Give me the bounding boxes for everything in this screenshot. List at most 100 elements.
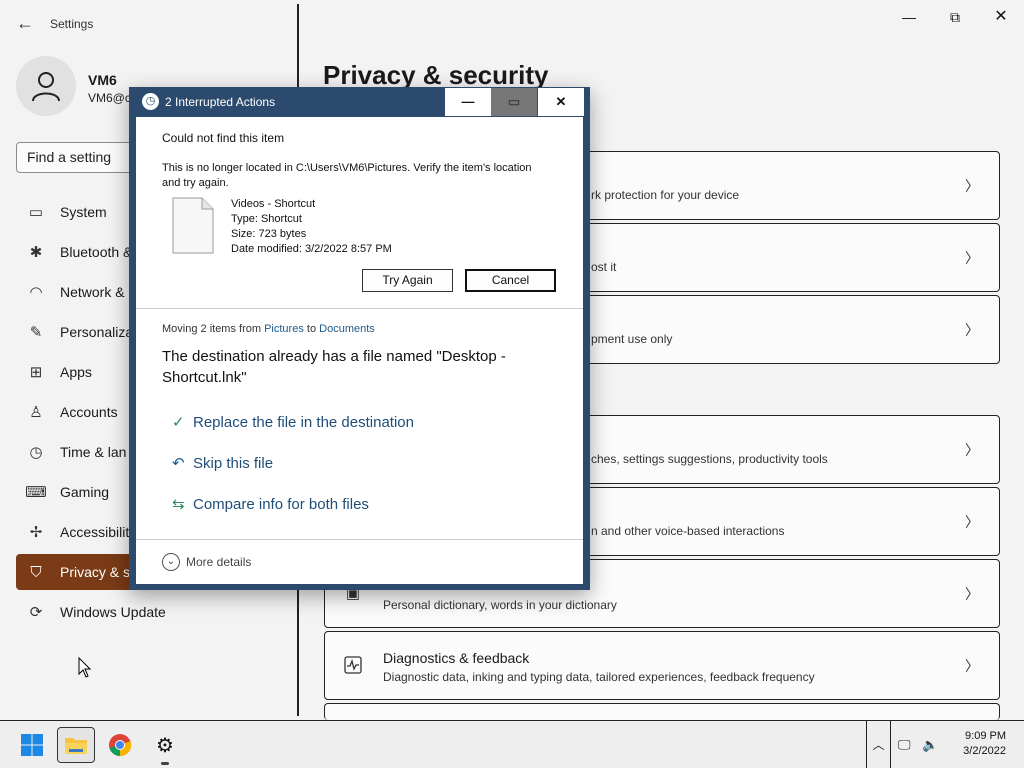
divider — [136, 308, 583, 309]
card-subtitle: rk protection for your device — [591, 188, 740, 202]
option-label: Replace the file in the destination — [193, 413, 414, 431]
dialog-body: Could not find this item This is no long… — [136, 117, 583, 584]
clock[interactable]: 9:09 PM 3/2/2022 — [963, 729, 1006, 759]
dialog-title: 2 Interrupted Actions — [165, 95, 276, 109]
compare-icon: ⇆ — [172, 496, 185, 513]
undo-icon: ↶ — [172, 455, 185, 472]
card-title: Diagnostics & feedback — [383, 650, 530, 666]
clock-icon: ◷ — [142, 93, 159, 110]
volume-icon[interactable]: 🔈 — [922, 737, 938, 753]
sidebar-item-label: Network & — [60, 284, 125, 300]
card-subtitle: n and other voice-based interactions — [591, 524, 785, 538]
sidebar-item-label: Personaliza — [60, 324, 134, 340]
more-details-label: More details — [186, 555, 252, 569]
taskbar: ⚙ ︿ 🖵 🔈 9:09 PM 3/2/2022 — [0, 720, 1024, 768]
dialog-close-button[interactable]: ✕ — [538, 88, 584, 116]
card-subtitle: ches, settings suggestions, productivity… — [591, 452, 828, 466]
try-again-button[interactable]: Try Again — [362, 269, 453, 292]
cancel-button[interactable]: Cancel — [465, 269, 556, 292]
chevron-right-icon: 〉 — [965, 658, 979, 674]
card-subtitle: Personal dictionary, words in your dicti… — [383, 598, 617, 612]
chrome-button[interactable] — [101, 727, 139, 763]
back-button[interactable]: ← — [14, 12, 36, 34]
show-hidden-icons-button[interactable]: ︿ — [866, 721, 891, 768]
clock-language-icon: ◷ — [29, 444, 43, 461]
checkmark-icon: ✓ — [172, 414, 185, 431]
sidebar-item-label: System — [60, 204, 107, 220]
chevron-right-icon: 〉 — [965, 442, 979, 458]
minimize-button[interactable]: — — [889, 6, 929, 28]
card-subtitle: pment use only — [591, 332, 673, 346]
wifi-icon: ◠ — [29, 284, 43, 301]
apps-icon: ⊞ — [29, 364, 43, 381]
chevron-right-icon: 〉 — [965, 322, 979, 338]
moving-prefix: Moving 2 items from — [162, 323, 265, 335]
skip-file-option[interactable]: ↶ Skip this file — [172, 454, 273, 473]
file-name: Videos - Shortcut — [231, 198, 316, 210]
chevron-right-icon: 〉 — [965, 514, 979, 530]
app-title: Settings — [50, 17, 94, 31]
chevron-right-icon: 〉 — [965, 178, 979, 194]
dialog-minimize-button[interactable]: — — [445, 88, 491, 116]
folder-icon — [65, 738, 87, 754]
card-subtitle: ost it — [591, 260, 617, 274]
interrupted-actions-dialog: ◷ 2 Interrupted Actions — ▭ ✕ Could not … — [129, 87, 590, 590]
file-icon — [172, 197, 214, 254]
destination-conflict-message: The destination already has a file named… — [162, 348, 506, 386]
settings-taskbar-button[interactable]: ⚙ — [146, 727, 184, 765]
more-details-toggle[interactable]: ⌄ More details — [162, 553, 251, 571]
error-title: Could not find this item — [162, 131, 285, 145]
brush-icon: ✎ — [29, 324, 43, 341]
sidebar-item-windows-update[interactable]: ⟳ Windows Update — [16, 594, 288, 630]
file-details: Videos - Shortcut Type: Shortcut Size: 7… — [231, 197, 392, 257]
start-button[interactable] — [13, 727, 51, 763]
sidebar-item-label: Time & lan — [60, 444, 127, 460]
chevron-down-icon: ⌄ — [162, 553, 180, 571]
mouse-cursor-icon — [78, 656, 92, 684]
person-icon: ♙ — [29, 404, 43, 421]
restore-button[interactable]: ⧉ — [935, 6, 975, 28]
network-icon[interactable]: 🖵 — [898, 737, 911, 753]
divider — [136, 539, 583, 540]
monitor-icon: ▭ — [28, 204, 44, 221]
sidebar-item-label: Windows Update — [60, 604, 166, 620]
person-icon — [32, 72, 60, 102]
close-button[interactable]: ✕ — [981, 6, 1021, 28]
sidebar-item-label: Privacy & s — [60, 564, 131, 580]
moving-status: Moving 2 items from Pictures to Document… — [162, 323, 375, 335]
user-email: VM6@c — [88, 91, 131, 105]
accessibility-icon: ✢ — [29, 524, 43, 541]
shield-icon: ⛉ — [30, 563, 42, 581]
windows-logo-icon — [21, 734, 43, 756]
destination-folder-link[interactable]: Documents — [319, 323, 375, 335]
compare-files-option[interactable]: ⇆ Compare info for both files — [172, 495, 369, 514]
chevron-right-icon: 〉 — [965, 586, 979, 602]
error-section: Could not find this item This is no long… — [136, 117, 583, 308]
pulse-icon — [343, 656, 363, 676]
dialog-maximize-button[interactable]: ▭ — [491, 88, 537, 116]
moving-middle: to — [303, 323, 320, 335]
clock-time: 9:09 PM — [965, 730, 1006, 742]
avatar — [16, 56, 76, 116]
update-icon: ⟳ — [29, 604, 43, 621]
file-type: Type: Shortcut — [231, 213, 302, 225]
sidebar-item-label: Bluetooth & — [60, 244, 133, 260]
sidebar-item-label: Gaming — [60, 484, 110, 500]
error-message: This is no longer located in C:\Users\VM… — [162, 162, 532, 189]
dialog-titlebar[interactable]: ◷ 2 Interrupted Actions — ▭ ✕ — [129, 87, 590, 117]
source-folder-link[interactable]: Pictures — [264, 323, 304, 335]
file-explorer-button[interactable] — [57, 727, 95, 763]
clock-date: 3/2/2022 — [963, 745, 1006, 757]
chrome-icon — [109, 734, 132, 757]
settings-card-diagnostics[interactable]: Diagnostics & feedback Diagnostic data, … — [324, 631, 1000, 700]
replace-file-option[interactable]: ✓ Replace the file in the destination — [172, 413, 414, 432]
bluetooth-icon: ✱ — [29, 244, 43, 261]
sidebar-item-label: Apps — [60, 364, 92, 380]
gear-icon: ⚙ — [156, 734, 174, 757]
settings-card-partial[interactable] — [324, 703, 1000, 720]
chevron-right-icon: 〉 — [965, 250, 979, 266]
active-indicator — [161, 762, 169, 765]
file-size: Size: 723 bytes — [231, 228, 307, 240]
user-name: VM6 — [88, 72, 117, 88]
option-label: Compare info for both files — [193, 495, 369, 513]
